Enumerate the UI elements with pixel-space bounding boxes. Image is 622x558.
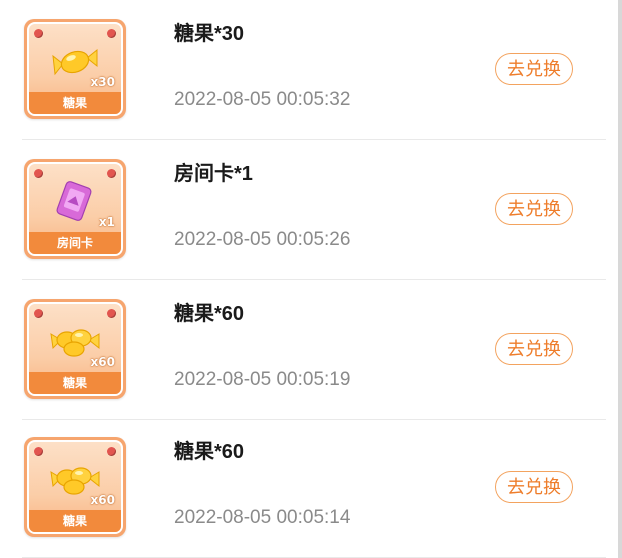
list-item: x60 糖果 糖果*60 2022-08-05 00:05:14 去兑换 [0, 418, 622, 558]
quantity-badge: x30 [90, 75, 115, 89]
pin-icon [107, 29, 116, 38]
reward-thumbnail: x1 房间卡 [24, 159, 126, 259]
thumbnail-label: 糖果 [29, 510, 121, 532]
item-timestamp: 2022-08-05 00:05:32 [174, 89, 351, 110]
quantity-badge: x60 [90, 493, 115, 507]
pin-icon [107, 169, 116, 178]
item-title: 房间卡*1 [174, 163, 253, 185]
item-timestamp: 2022-08-05 00:05:14 [174, 507, 351, 528]
item-title: 糖果*60 [174, 303, 245, 325]
room-card-icon [56, 181, 92, 221]
item-title: 糖果*60 [174, 441, 245, 463]
pin-icon [34, 447, 43, 456]
pin-icon [107, 447, 116, 456]
quantity-badge: x1 [98, 215, 115, 229]
pin-icon [34, 309, 43, 318]
quantity-badge: x60 [90, 355, 115, 369]
redeem-button[interactable]: 去兑换 [495, 471, 573, 503]
item-timestamp: 2022-08-05 00:05:26 [174, 229, 351, 250]
thumbnail-label: 房间卡 [29, 232, 121, 254]
redeem-button[interactable]: 去兑换 [495, 193, 573, 225]
reward-thumbnail: x30 糖果 [24, 19, 126, 119]
item-timestamp: 2022-08-05 00:05:19 [174, 369, 351, 390]
pin-icon [34, 29, 43, 38]
list-item: x60 糖果 糖果*60 2022-08-05 00:05:19 去兑换 [0, 280, 622, 420]
redeem-button[interactable]: 去兑换 [495, 333, 573, 365]
list-item: x30 糖果 糖果*30 2022-08-05 00:05:32 去兑换 [0, 0, 622, 140]
redeem-button[interactable]: 去兑换 [495, 53, 573, 85]
thumbnail-label: 糖果 [29, 92, 121, 114]
item-title: 糖果*30 [174, 23, 245, 45]
pin-icon [107, 309, 116, 318]
list-item: x1 房间卡 房间卡*1 2022-08-05 00:05:26 去兑换 [0, 140, 622, 280]
pin-icon [34, 169, 43, 178]
scrollbar[interactable] [618, 0, 622, 558]
reward-thumbnail: x60 糖果 [24, 437, 126, 537]
thumbnail-label: 糖果 [29, 372, 121, 394]
reward-thumbnail: x60 糖果 [24, 299, 126, 399]
